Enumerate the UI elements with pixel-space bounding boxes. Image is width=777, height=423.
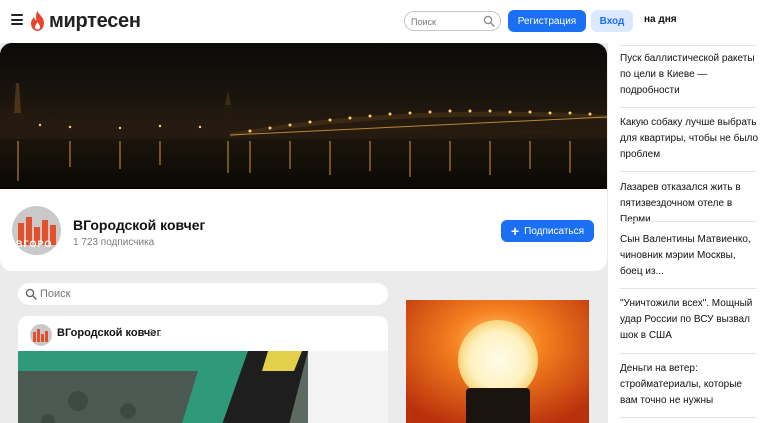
login-button[interactable]: Вход xyxy=(591,10,633,32)
community-cover-image xyxy=(0,43,607,189)
news-item[interactable]: Пуск баллистической ракеты по цели в Кие… xyxy=(620,51,760,99)
news-divider xyxy=(620,221,756,222)
post-card[interactable]: ВГородской ковчег 3 г. xyxy=(18,316,388,423)
post-image[interactable] xyxy=(18,351,388,423)
news-divider xyxy=(620,288,756,289)
menu-icon[interactable] xyxy=(11,14,23,25)
news-of-day-heading: на дня xyxy=(644,14,677,25)
news-item[interactable]: "Уничтожили всех". Мощный удар России по… xyxy=(620,296,760,344)
news-divider xyxy=(620,107,756,108)
news-divider xyxy=(620,171,756,172)
ad-image-lamp[interactable] xyxy=(406,300,589,423)
logo[interactable]: миртесен xyxy=(30,10,141,32)
search-icon[interactable] xyxy=(483,15,495,27)
subscriber-count: 1 723 подписчика xyxy=(73,237,155,248)
post-author-avatar[interactable] xyxy=(30,324,52,346)
flame-logo-icon xyxy=(31,11,44,31)
news-of-day-column: Пуск баллистической ракеты по цели в Кие… xyxy=(608,43,777,423)
community-avatar[interactable]: ВГОРО xyxy=(12,206,61,255)
plus-icon: + xyxy=(510,223,520,239)
news-divider xyxy=(620,417,756,418)
avatar-text: ВГОРО xyxy=(16,239,53,249)
search-icon xyxy=(25,288,37,300)
community-title[interactable]: ВГородской ковчег xyxy=(73,217,205,233)
subscribe-label: Подписаться xyxy=(524,225,585,237)
news-divider xyxy=(620,353,756,354)
header-search[interactable] xyxy=(404,11,501,31)
news-divider xyxy=(620,45,756,46)
feed-search-input[interactable] xyxy=(40,286,340,302)
news-item[interactable]: Сын Валентины Матвиенко, чиновник мэрии … xyxy=(620,232,760,280)
feed-search[interactable] xyxy=(18,283,388,305)
post-author-name[interactable]: ВГородской ковчег xyxy=(57,327,161,339)
top-header: миртесен Регистрация Вход на дня xyxy=(0,0,777,43)
subscribe-button[interactable]: + Подписаться xyxy=(501,220,594,242)
register-button[interactable]: Регистрация xyxy=(508,10,586,32)
news-item[interactable]: Деньги на ветер: стройматериалы, которые… xyxy=(620,361,760,409)
logo-text: миртесен xyxy=(49,9,141,32)
community-profile-card: ВГОРО ВГородской ковчег 1 723 подписчика… xyxy=(0,189,607,271)
news-item[interactable]: Какую собаку лучше выбрать для квартиры,… xyxy=(620,115,760,163)
header-search-input[interactable] xyxy=(411,14,481,29)
post-timestamp: 3 г. xyxy=(148,328,162,339)
